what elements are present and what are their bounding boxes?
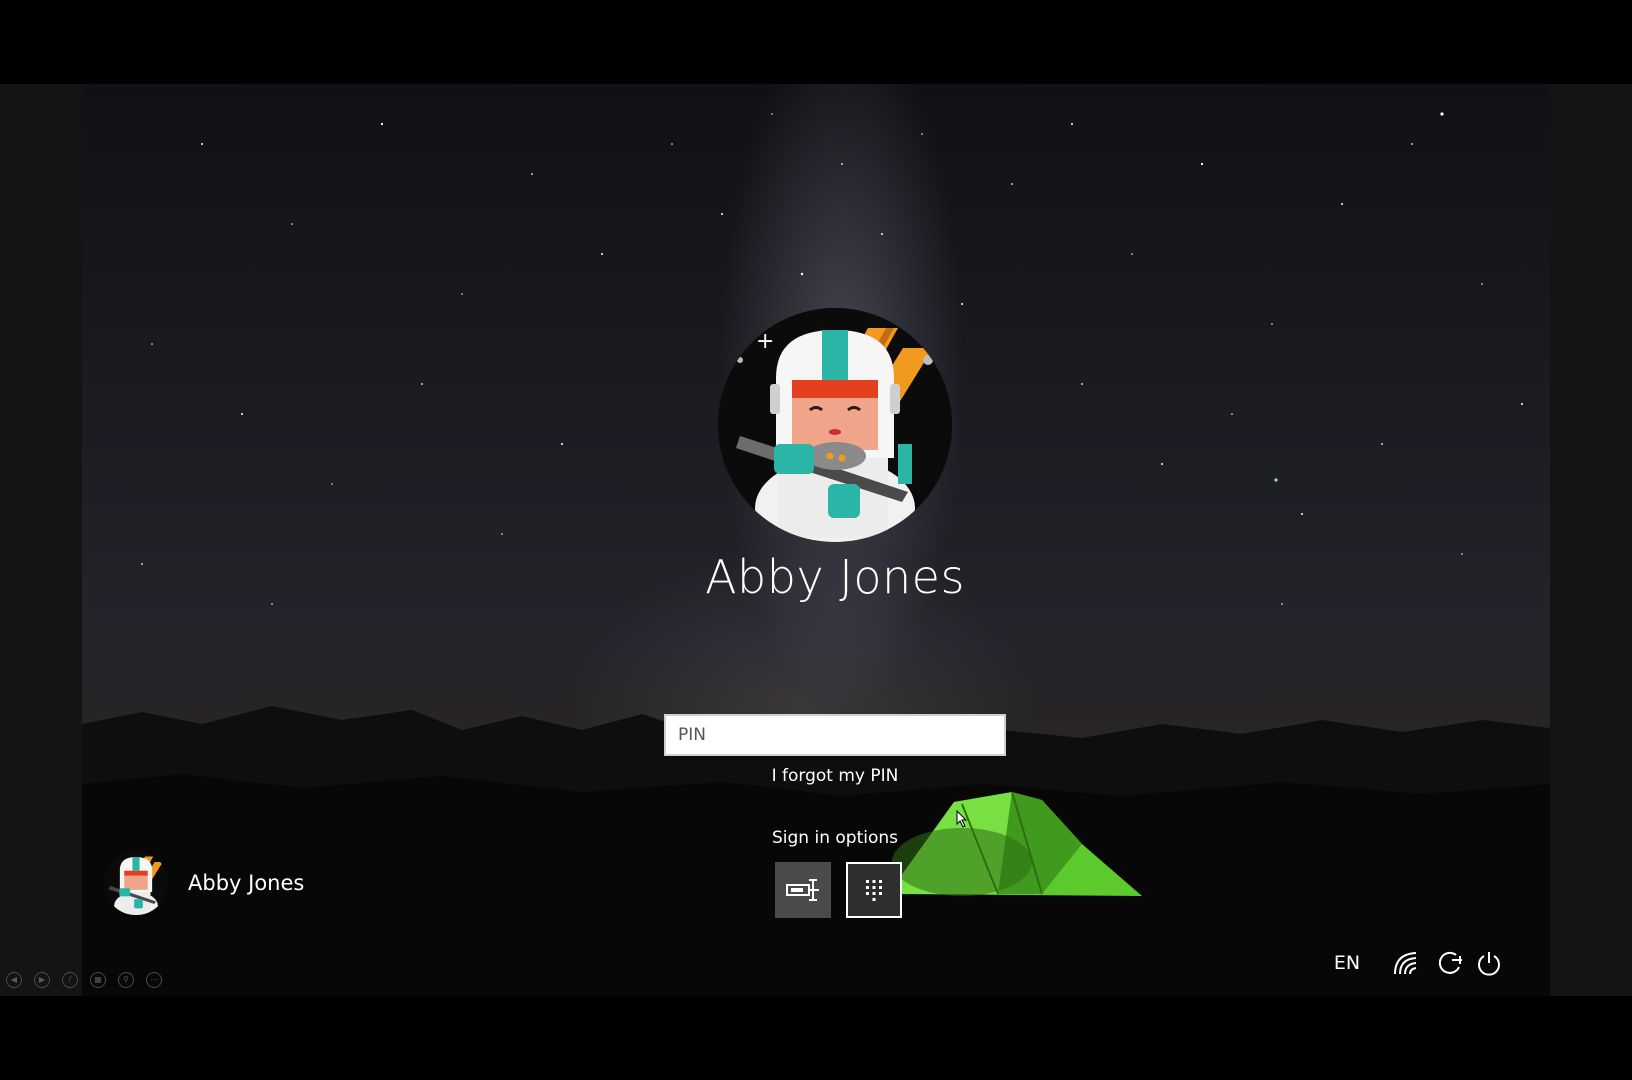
pin-option-button[interactable] [846,862,902,918]
pen-icon[interactable]: / [62,972,78,988]
ease-of-access-icon [1438,951,1462,974]
security-key-option-button[interactable] [775,862,831,918]
forgot-pin-link[interactable]: I forgot my PIN [735,766,935,786]
user-avatar-small [104,851,168,915]
user-avatar-large: + [718,308,952,542]
lock-screen: + Abby Jones I forgot my PIN Sign in opt… [82,84,1550,996]
user-display-name: Abby Jones [705,550,965,604]
account-tile-name: Abby Jones [188,871,305,895]
astronaut-avatar-icon [104,851,168,915]
pin-keypad-icon [866,880,882,901]
presenter-toolbar: ◀ ▶ / ▦ ⚲ ⋯ [6,972,162,988]
security-key-icon [786,879,819,901]
mouse-cursor-icon [956,810,968,828]
sign-in-options-label[interactable]: Sign in options [735,828,935,848]
language-indicator[interactable]: EN [1327,946,1367,980]
previous-icon[interactable]: ◀ [6,972,22,988]
ease-of-access-button[interactable] [1434,946,1468,980]
power-button[interactable] [1472,946,1506,980]
zoom-icon[interactable]: ⚲ [118,972,134,988]
network-button[interactable] [1389,946,1423,980]
next-icon[interactable]: ▶ [34,972,50,988]
slides-icon[interactable]: ▦ [90,972,106,988]
account-tile-abby-jones[interactable]: Abby Jones [104,850,304,916]
left-letterbox [0,84,82,996]
power-icon [1478,952,1500,976]
presentation-frame: + Abby Jones I forgot my PIN Sign in opt… [0,0,1632,1080]
right-letterbox [1550,84,1632,996]
pin-input[interactable] [664,714,1006,756]
more-icon[interactable]: ⋯ [146,972,162,988]
network-icon [1394,952,1417,975]
astronaut-avatar-icon: + [718,308,952,542]
